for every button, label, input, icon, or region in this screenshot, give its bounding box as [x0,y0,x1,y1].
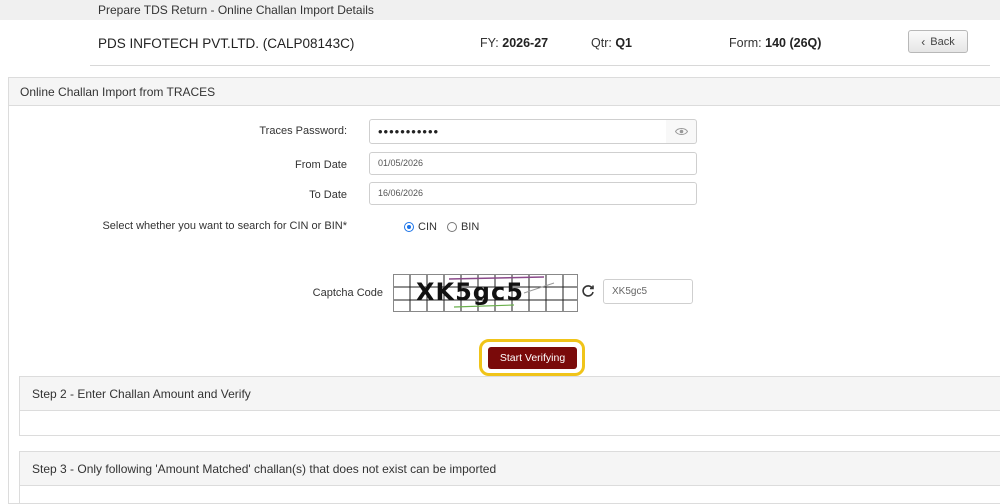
eye-icon [674,128,688,135]
bin-option[interactable]: BIN [446,221,480,233]
qtr-label: Qtr: [591,36,612,50]
fy-value: 2026-27 [502,36,549,50]
return-header: PDS INFOTECH PVT.LTD. (CALP08143C) FY: 2… [90,20,990,66]
traces-password-label: Traces Password: [259,125,347,137]
step-3-panel: Step 3 - Only following 'Amount Matched'… [19,451,1000,504]
captcha-text: XK5gc5 [416,278,524,306]
chevron-left-icon: ‹ [921,34,926,49]
traces-password-input[interactable]: ••••••••••• [369,119,667,144]
back-button-label: Back [930,35,955,48]
quarter: Qtr: Q1 [591,36,632,50]
step-2-panel: Step 2 - Enter Challan Amount and Verify [19,376,1000,436]
captcha-image: XK5gc5 [393,274,578,312]
back-button[interactable]: ‹ Back [908,30,968,53]
form-label: Form: [729,36,762,50]
page-title: Prepare TDS Return - Online Challan Impo… [0,0,1000,20]
refresh-captcha-icon[interactable] [581,284,595,298]
captcha-label: Captcha Code [312,287,383,299]
start-verifying-button[interactable]: Start Verifying [488,347,577,369]
financial-year: FY: 2026-27 [480,36,548,50]
show-password-button[interactable] [666,119,697,144]
to-date-input[interactable]: 16/06/2026 [369,182,697,205]
captcha-input[interactable]: XK5gc5 [603,279,693,304]
cin-radio[interactable] [404,222,414,232]
search-type-group: CIN BIN [404,221,489,233]
bin-radio-label: BIN [460,221,480,233]
search-type-label: Select whether you want to search for CI… [102,220,347,232]
company-name: PDS INFOTECH PVT.LTD. (CALP08143C) [98,36,355,51]
to-date-label: To Date [309,189,347,201]
bin-radio[interactable] [446,222,457,232]
qtr-value: Q1 [615,36,633,50]
step-2-title: Step 2 - Enter Challan Amount and Verify [20,377,1000,411]
from-date-input[interactable]: 01/05/2026 [369,152,697,175]
cin-radio-label: CIN [418,221,437,233]
form-value: 140 (26Q) [765,36,822,50]
from-date-label: From Date [295,159,347,171]
cin-option[interactable]: CIN [404,221,437,233]
panel-title: Online Challan Import from TRACES [9,78,1000,106]
step-3-title: Step 3 - Only following 'Amount Matched'… [20,452,1000,486]
form-type: Form: 140 (26Q) [729,36,821,50]
fy-label: FY: [480,36,499,50]
